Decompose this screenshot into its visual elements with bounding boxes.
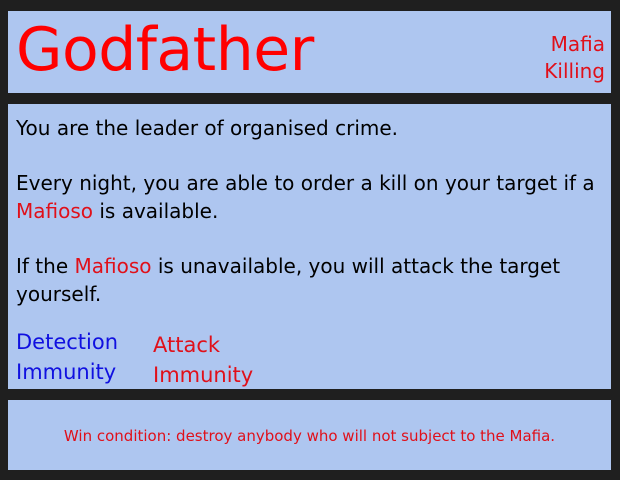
win-condition-panel: Win condition: destroy anybody who will … (8, 400, 611, 470)
detection-immunity-label: Detection Immunity (16, 327, 118, 387)
description-paragraph-2: Every night, you are able to order a kil… (16, 169, 601, 225)
description-paragraph-3: If the Mafioso is unavailable, you will … (16, 252, 601, 308)
category-tag: Killing (544, 59, 605, 83)
description-text: If the (16, 254, 75, 278)
description-paragraph-1: You are the leader of organised crime. (16, 114, 601, 142)
description-text: is available. (93, 199, 219, 223)
description-text: Every night, you are able to order a kil… (16, 171, 595, 195)
detection-immunity-line-2: Immunity (16, 360, 117, 384)
attack-immunity-line-2: Immunity (153, 363, 254, 387)
role-tags: Mafia Killing (544, 31, 605, 85)
role-description: You are the leader of organised crime. E… (16, 114, 601, 308)
role-header-panel: Godfather Mafia Killing (8, 11, 611, 93)
description-text: You are the leader of organised crime. (16, 116, 399, 140)
detection-immunity-line-1: Detection (16, 330, 119, 354)
keyword-mafioso: Mafioso (16, 199, 94, 223)
attack-immunity-label: Attack Immunity (153, 330, 253, 390)
attack-immunity-line-1: Attack (153, 333, 221, 357)
role-title: Godfather (16, 15, 314, 85)
alignment-tag: Mafia (550, 32, 605, 56)
win-condition-text: Win condition: destroy anybody who will … (63, 427, 556, 445)
keyword-mafioso: Mafioso (74, 254, 152, 278)
role-description-panel: You are the leader of organised crime. E… (8, 104, 611, 389)
